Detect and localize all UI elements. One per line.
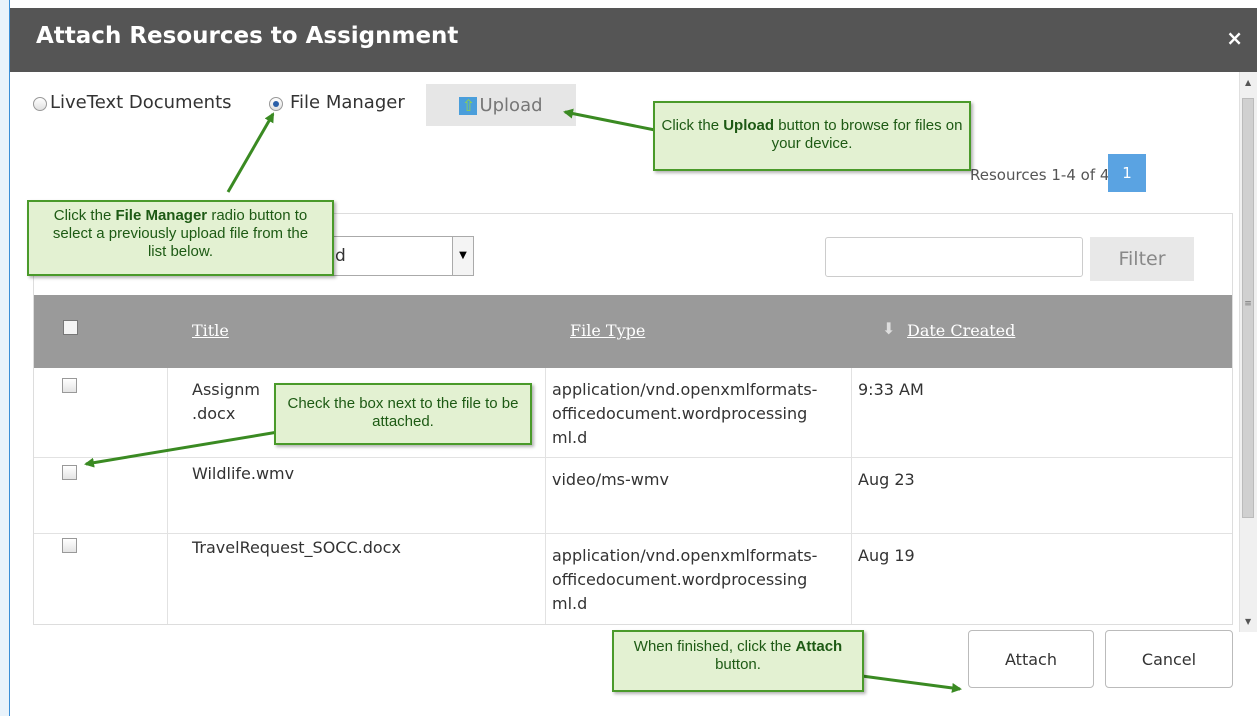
callout-arrows [84, 108, 962, 693]
callout-upload-text: Click the [661, 117, 724, 134]
callout-file-manager-bold: File Manager [115, 207, 208, 224]
arrow-upload [563, 108, 656, 132]
callout-attach-text: When finished, click the [633, 638, 796, 655]
callout-attach-bold: Attach [795, 638, 843, 655]
arrow-file-manager [226, 112, 275, 193]
callout-upload: Click the Upload button to browse for fi… [653, 101, 971, 171]
arrow-attach [861, 674, 962, 693]
callout-checkbox: Check the box next to the file to be att… [274, 383, 532, 445]
callout-file-manager: Click the File Manager radio button to s… [27, 200, 334, 276]
callout-checkbox-text: Check the box next to the file to be att… [287, 395, 519, 430]
callout-upload-bold: Upload [723, 117, 775, 134]
callout-attach-text-end: button. [715, 656, 761, 673]
callout-file-manager-text: Click the [53, 207, 116, 224]
callout-upload-text-end: button to browse for files on your devic… [771, 117, 963, 152]
callout-attach: When finished, click the Attach button. [612, 630, 864, 692]
arrow-checkbox [84, 430, 279, 468]
